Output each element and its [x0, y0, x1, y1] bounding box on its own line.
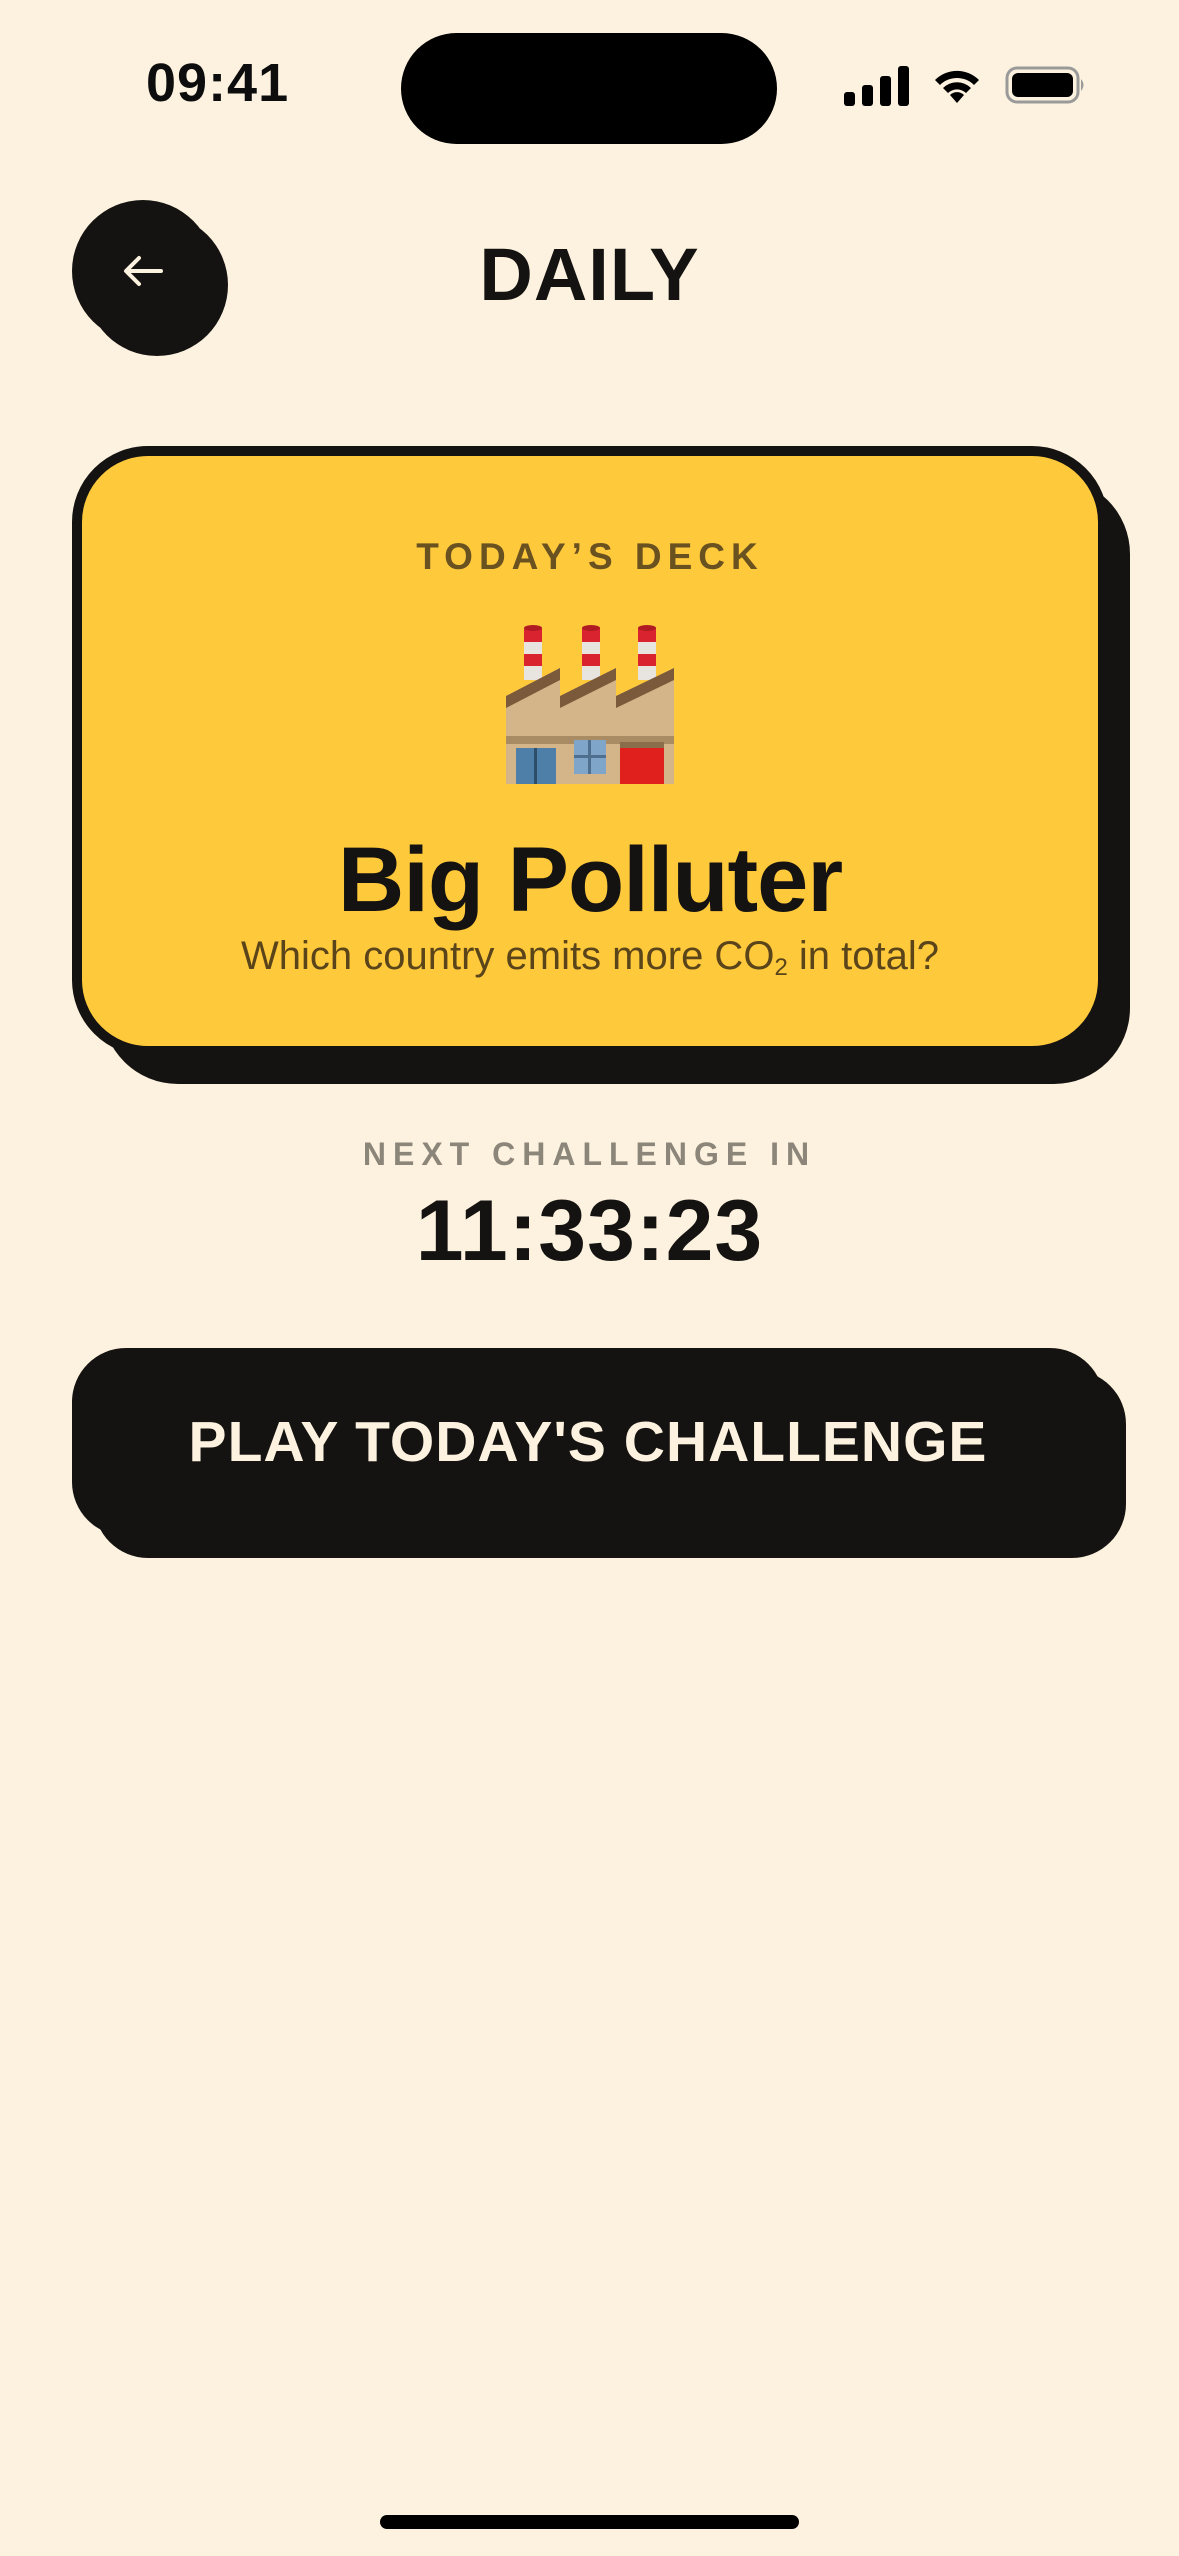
- deck-card-container: TODAY’S DECK Big Polluter Which country …: [72, 446, 1132, 1086]
- daily-screen: 09:41 DAILY TODAY’S DECK Big Polluter Wh…: [0, 0, 1179, 2556]
- deck-eyebrow: TODAY’S DECK: [416, 536, 764, 577]
- play-button-container[interactable]: PLAY TODAY'S CHALLENGE: [72, 1348, 1126, 1558]
- page-title: DAILY: [479, 233, 700, 316]
- battery-icon: [1005, 66, 1084, 104]
- cellular-signal-icon: [844, 64, 909, 106]
- deck-card: TODAY’S DECK Big Polluter Which country …: [72, 446, 1108, 1056]
- status-time: 09:41: [146, 53, 290, 113]
- dynamic-island: [401, 33, 777, 144]
- home-indicator[interactable]: [380, 2515, 799, 2529]
- wifi-icon: [935, 70, 979, 103]
- next-challenge-label: NEXT CHALLENGE IN: [362, 1136, 817, 1172]
- status-icons: [844, 62, 1087, 108]
- deck-question-after: in total?: [787, 934, 940, 978]
- deck-question-subscript: 2: [774, 954, 788, 981]
- deck-name: Big Polluter: [337, 829, 843, 931]
- play-todays-challenge-button[interactable]: PLAY TODAY'S CHALLENGE: [72, 1348, 1104, 1536]
- factory-icon: [506, 625, 674, 784]
- countdown-timer: 11:33:23: [415, 1183, 764, 1279]
- deck-question-before: Which country emits more CO: [240, 934, 775, 978]
- deck-question: Which country emits more CO2 in total?: [82, 934, 1098, 982]
